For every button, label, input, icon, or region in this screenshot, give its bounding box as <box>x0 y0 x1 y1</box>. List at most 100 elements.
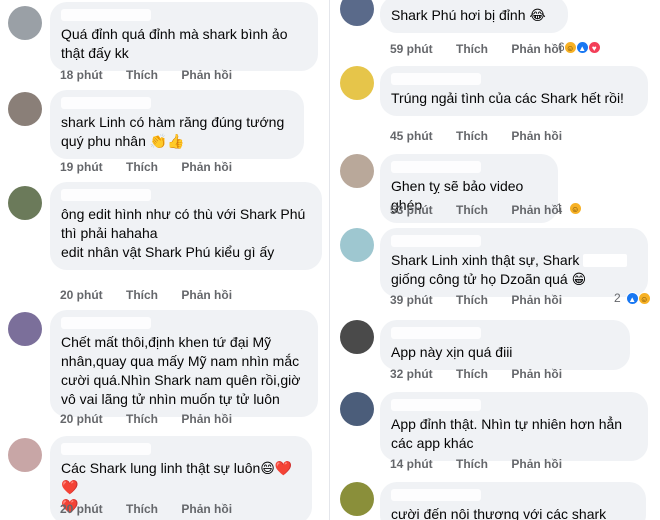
like-button[interactable]: Thích <box>126 68 158 82</box>
redacted-commenter-name[interactable] <box>391 235 481 247</box>
reaction-count: 1 <box>556 201 563 215</box>
comment-actions: 53 phút Thích Phản hồi <box>390 203 582 217</box>
comment-time[interactable]: 20 phút <box>60 288 103 302</box>
comment-text: App này xịn quá điii <box>391 344 513 360</box>
redacted-commenter-name[interactable] <box>391 161 481 173</box>
comment-actions: 19 phút Thích Phản hồi <box>60 160 252 174</box>
like-button[interactable]: Thích <box>456 42 488 56</box>
reaction-summary[interactable]: 6 ☺ ▲ ♥ <box>558 40 601 54</box>
avatar[interactable] <box>8 6 42 40</box>
comment-text: Trúng ngải tình của các Shark hết rồi! <box>391 90 624 106</box>
avatar[interactable] <box>8 186 42 220</box>
reply-button[interactable]: Phản hồi <box>181 160 232 174</box>
avatar[interactable] <box>340 392 374 426</box>
comment-actions: 20 phút Thích Phản hồi <box>60 412 252 426</box>
avatar[interactable] <box>340 320 374 354</box>
reply-button[interactable]: Phản hồi <box>511 367 562 381</box>
comment-time[interactable]: 59 phút <box>390 42 433 56</box>
avatar[interactable] <box>8 312 42 346</box>
like-button[interactable]: Thích <box>126 502 158 516</box>
comment-actions: 20 phút Thích Phản hồi <box>60 502 252 516</box>
comment-bubble: Chết mất thôi,định khen tứ đại Mỹ nhân,q… <box>50 310 318 417</box>
comment-bubble: Trúng ngải tình của các Shark hết rồi! <box>380 66 648 116</box>
comment-bubble: shark Linh có hàm răng đúng tướng quý ph… <box>50 90 304 159</box>
comment-text-part-2: giống công tử họ Dzoãn quá 😁 <box>391 271 587 287</box>
comment-time[interactable]: 39 phút <box>390 293 433 307</box>
comment-text: Chết mất thôi,định khen tứ đại Mỹ nhân,q… <box>61 334 305 407</box>
comment-text: App đỉnh thật. Nhìn tự nhiên hơn hẳn các… <box>391 416 623 451</box>
comment-text: ông edit hình như có thù với Shark Phú t… <box>61 206 306 260</box>
comment-actions: 45 phút Thích Phản hồi <box>390 129 582 143</box>
comment-time[interactable]: 20 phút <box>60 412 103 426</box>
redacted-commenter-name[interactable] <box>61 97 151 109</box>
haha-reaction-icon: ☺ <box>563 40 577 54</box>
avatar[interactable] <box>340 482 374 516</box>
redacted-commenter-name[interactable] <box>61 9 151 21</box>
reply-button[interactable]: Phản hồi <box>511 203 562 217</box>
comment-text-part-1: Shark Linh xinh thật sự, Shark <box>391 252 580 268</box>
reply-button[interactable]: Phản hồi <box>511 129 562 143</box>
avatar[interactable] <box>8 92 42 126</box>
comment-actions: 32 phút Thích Phản hồi <box>390 367 582 381</box>
avatar[interactable] <box>340 154 374 188</box>
comment-actions: 18 phút Thích Phản hồi <box>60 68 252 82</box>
love-reaction-icon: ♥ <box>587 40 601 54</box>
reaction-summary[interactable]: 1 ☺ <box>556 201 582 215</box>
comment-text: cười đến nội thương với các shark <box>391 506 607 520</box>
comment-bubble: ông edit hình như có thù với Shark Phú t… <box>50 182 322 270</box>
comments-column-left: Quá đỉnh quá đỉnh mà shark bình ảo thật … <box>0 0 330 520</box>
comment-bubble: App này xịn quá điii <box>380 320 630 370</box>
like-button[interactable]: Thích <box>456 203 488 217</box>
comment-time[interactable]: 14 phút <box>390 457 433 471</box>
like-button[interactable]: Thích <box>456 367 488 381</box>
haha-reaction-icon: ☺ <box>568 201 582 215</box>
redacted-commenter-name[interactable] <box>391 399 481 411</box>
like-button[interactable]: Thích <box>456 457 488 471</box>
like-button[interactable]: Thích <box>456 293 488 307</box>
redacted-commenter-name[interactable] <box>61 443 151 455</box>
comment-actions: 20 phút Thích Phản hồi <box>60 288 252 302</box>
comments-column-right: Shark Phú hơi bị đỉnh 😂 59 phút Thích Ph… <box>330 0 660 520</box>
reply-button[interactable]: Phản hồi <box>511 293 562 307</box>
comment-time[interactable]: 18 phút <box>60 68 103 82</box>
comment-time[interactable]: 19 phút <box>60 160 103 174</box>
comment-bubble: cười đến nội thương với các shark <box>380 482 646 520</box>
reply-button[interactable]: Phản hồi <box>511 457 562 471</box>
comment-actions: 59 phút Thích Phản hồi <box>390 42 582 56</box>
reaction-count: 2 <box>614 291 621 305</box>
avatar[interactable] <box>340 0 374 26</box>
like-button[interactable]: Thích <box>456 129 488 143</box>
reaction-summary[interactable]: 2 ▲ ☺ <box>614 291 651 305</box>
redacted-commenter-name[interactable] <box>61 317 151 329</box>
redacted-commenter-name[interactable] <box>391 73 481 85</box>
reply-button[interactable]: Phản hồi <box>181 412 232 426</box>
avatar[interactable] <box>340 228 374 262</box>
like-button[interactable]: Thích <box>126 412 158 426</box>
comment-text: shark Linh có hàm răng đúng tướng quý ph… <box>61 114 289 149</box>
reply-button[interactable]: Phản hồi <box>181 288 232 302</box>
comment-actions: 39 phút Thích Phản hồi <box>390 293 582 307</box>
comment-bubble: App đỉnh thật. Nhìn tự nhiên hơn hẳn các… <box>380 392 648 461</box>
comment-text: Quá đỉnh quá đỉnh mà shark bình ảo thật … <box>61 26 292 61</box>
redacted-inline-name <box>583 254 628 267</box>
like-button[interactable]: Thích <box>126 288 158 302</box>
comment-text: Shark Phú hơi bị đỉnh 😂 <box>391 7 546 23</box>
comment-bubble: Shark Linh xinh thật sự, Shark giống côn… <box>380 228 648 297</box>
comment-bubble: Shark Phú hơi bị đỉnh 😂 <box>380 0 568 33</box>
redacted-commenter-name[interactable] <box>61 189 151 201</box>
like-button[interactable]: Thích <box>126 160 158 174</box>
comment-bubble: Quá đỉnh quá đỉnh mà shark bình ảo thật … <box>50 2 318 71</box>
reply-button[interactable]: Phản hồi <box>181 502 232 516</box>
reply-button[interactable]: Phản hồi <box>181 68 232 82</box>
comment-actions: 14 phút Thích Phản hồi <box>390 457 582 471</box>
avatar[interactable] <box>340 66 374 100</box>
comment-time[interactable]: 45 phút <box>390 129 433 143</box>
avatar[interactable] <box>8 438 42 472</box>
comment-time[interactable]: 53 phút <box>390 203 433 217</box>
redacted-commenter-name[interactable] <box>391 327 481 339</box>
like-reaction-icon: ▲ <box>625 291 639 305</box>
comment-time[interactable]: 20 phút <box>60 502 103 516</box>
reply-button[interactable]: Phản hồi <box>511 42 562 56</box>
redacted-commenter-name[interactable] <box>391 489 481 501</box>
comment-time[interactable]: 32 phút <box>390 367 433 381</box>
